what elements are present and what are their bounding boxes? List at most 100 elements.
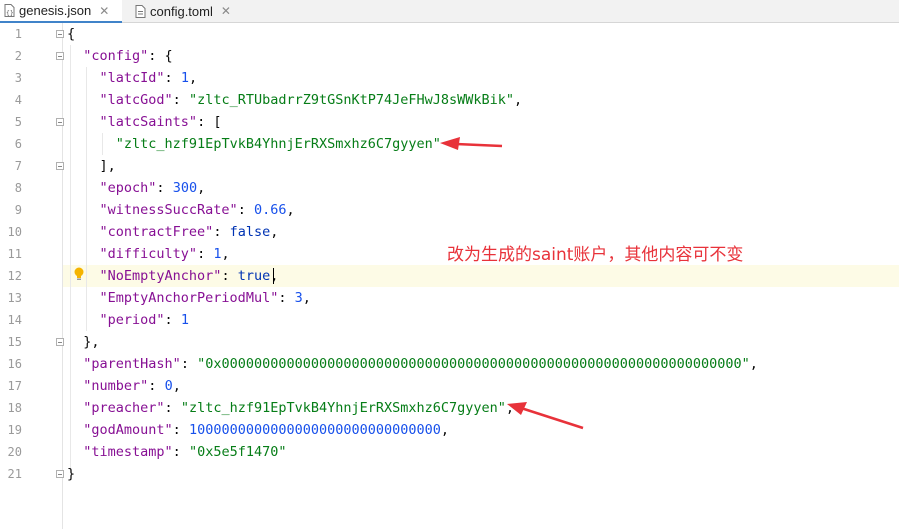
json-boolean: false	[229, 224, 271, 240]
json-key: "godAmount"	[83, 422, 173, 438]
json-key: "latcId"	[99, 70, 165, 86]
brace: }	[67, 466, 76, 482]
line-number: 20	[7, 445, 22, 459]
code-line-14[interactable]: "period": 1	[67, 309, 189, 331]
json-key: "NoEmptyAnchor"	[99, 268, 222, 284]
json-number: 0	[164, 378, 173, 394]
code-line-21[interactable]: }	[67, 463, 75, 485]
line-number: 4	[14, 93, 22, 107]
line-number: 9	[14, 203, 22, 217]
red-arrow-icon	[440, 137, 503, 150]
code-line-1[interactable]: {	[67, 23, 75, 45]
line-number: 16	[7, 357, 22, 371]
json-key: "latcSaints"	[99, 114, 198, 130]
json-string: "0x0000000000000000000000000000000000000…	[197, 356, 750, 372]
code-line-19[interactable]: "godAmount": 100000000000000000000000000…	[67, 419, 449, 441]
editor-tab-bar: {} genesis.json ✕ config.toml ✕	[0, 0, 899, 23]
fold-icon[interactable]	[56, 52, 64, 60]
line-number: 8	[14, 181, 22, 195]
text-cursor	[273, 268, 274, 284]
json-number: 1	[213, 246, 222, 262]
punct: },	[83, 334, 100, 350]
line-number: 5	[14, 115, 22, 129]
code-line-9[interactable]: "witnessSuccRate": 0.66,	[67, 199, 295, 221]
code-line-5[interactable]: "latcSaints": [	[67, 111, 222, 133]
line-number: 15	[7, 335, 22, 349]
code-line-11[interactable]: "difficulty": 1,	[67, 243, 230, 265]
fold-icon[interactable]	[56, 162, 64, 170]
code-line-17[interactable]: "number": 0,	[67, 375, 181, 397]
json-string: "zltc_hzf91EpTvkB4YhnjErRXSmxhz6C7gyyen"	[180, 400, 506, 416]
json-key: "preacher"	[83, 400, 165, 416]
json-number: 0.66	[253, 202, 287, 218]
tab-genesis-json[interactable]: {} genesis.json ✕	[0, 0, 122, 23]
json-string: "0x5e5f1470"	[188, 444, 287, 460]
fold-icon[interactable]	[56, 338, 64, 346]
close-icon[interactable]: ✕	[99, 4, 109, 18]
line-number: 14	[7, 313, 22, 327]
code-line-15[interactable]: },	[67, 331, 100, 353]
line-number: 3	[14, 71, 22, 85]
tab-label: config.toml	[150, 3, 213, 19]
line-number: 7	[14, 159, 22, 173]
line-number: 18	[7, 401, 22, 415]
line-number: 6	[14, 137, 22, 151]
json-key: "timestamp"	[83, 444, 173, 460]
json-number: 300	[172, 180, 198, 196]
line-number: 21	[7, 467, 22, 481]
code-line-16[interactable]: "parentHash": "0x00000000000000000000000…	[67, 353, 758, 375]
line-number: 17	[7, 379, 22, 393]
red-arrow-icon	[507, 402, 584, 430]
code-line-13[interactable]: "EmptyAnchorPeriodMul": 3,	[67, 287, 311, 309]
svg-text:{}: {}	[6, 10, 14, 17]
json-number: 1	[180, 70, 189, 86]
json-boolean: true	[237, 268, 271, 284]
json-key: "EmptyAnchorPeriodMul"	[99, 290, 279, 306]
json-string: "zltc_RTUbadrrZ9tGSnKtP74JeFHwJ8sWWkBik"	[188, 92, 515, 108]
punct: : [	[197, 114, 222, 130]
brace: {	[67, 26, 76, 42]
json-key: "epoch"	[99, 180, 157, 196]
json-key: "number"	[83, 378, 149, 394]
lightbulb-icon[interactable]	[74, 266, 84, 280]
line-number: 1	[14, 27, 22, 41]
code-line-3[interactable]: "latcId": 1,	[67, 67, 198, 89]
code-line-18[interactable]: "preacher": "zltc_hzf91EpTvkB4YhnjErRXSm…	[67, 397, 514, 419]
tab-config-toml[interactable]: config.toml ✕	[131, 0, 241, 22]
toml-file-icon	[135, 4, 146, 18]
line-number: 11	[7, 247, 22, 261]
json-file-icon: {}	[4, 4, 15, 17]
annotation-note: 改为生成的saint账户，其他内容可不变	[447, 245, 744, 265]
json-number: 3	[294, 290, 303, 306]
json-key: "period"	[99, 312, 165, 328]
json-key: "latcGod"	[99, 92, 173, 108]
tab-label: genesis.json	[19, 3, 92, 18]
code-line-12[interactable]: "NoEmptyAnchor": true,	[67, 265, 279, 287]
json-key: "parentHash"	[83, 356, 181, 372]
code-line-6[interactable]: "zltc_hzf91EpTvkB4YhnjErRXSmxhz6C7gyyen"	[67, 133, 441, 155]
line-number: 13	[7, 291, 22, 305]
code-line-20[interactable]: "timestamp": "0x5e5f1470"	[67, 441, 286, 463]
line-number: 12	[7, 269, 22, 283]
code-line-2[interactable]: "config": {	[67, 45, 173, 67]
json-key: "witnessSuccRate"	[99, 202, 238, 218]
line-number: 10	[7, 225, 22, 239]
json-number: 1000000000000000000000000000000	[188, 422, 441, 438]
fold-icon[interactable]	[56, 118, 64, 126]
json-key: "config"	[83, 48, 149, 64]
json-number: 1	[180, 312, 189, 328]
code-line-10[interactable]: "contractFree": false,	[67, 221, 279, 243]
punct: : {	[148, 48, 173, 64]
json-key: "difficulty"	[99, 246, 198, 262]
fold-icon[interactable]	[56, 30, 64, 38]
code-line-8[interactable]: "epoch": 300,	[67, 177, 206, 199]
code-line-7[interactable]: ],	[67, 155, 116, 177]
json-key: "contractFree"	[99, 224, 214, 240]
punct: ],	[99, 158, 116, 174]
line-number: 19	[7, 423, 22, 437]
line-number: 2	[14, 49, 22, 63]
json-string: "zltc_hzf91EpTvkB4YhnjErRXSmxhz6C7gyyen"	[115, 136, 441, 152]
close-icon[interactable]: ✕	[221, 4, 231, 18]
code-line-4[interactable]: "latcGod": "zltc_RTUbadrrZ9tGSnKtP74JeFH…	[67, 89, 523, 111]
fold-icon[interactable]	[56, 470, 64, 478]
